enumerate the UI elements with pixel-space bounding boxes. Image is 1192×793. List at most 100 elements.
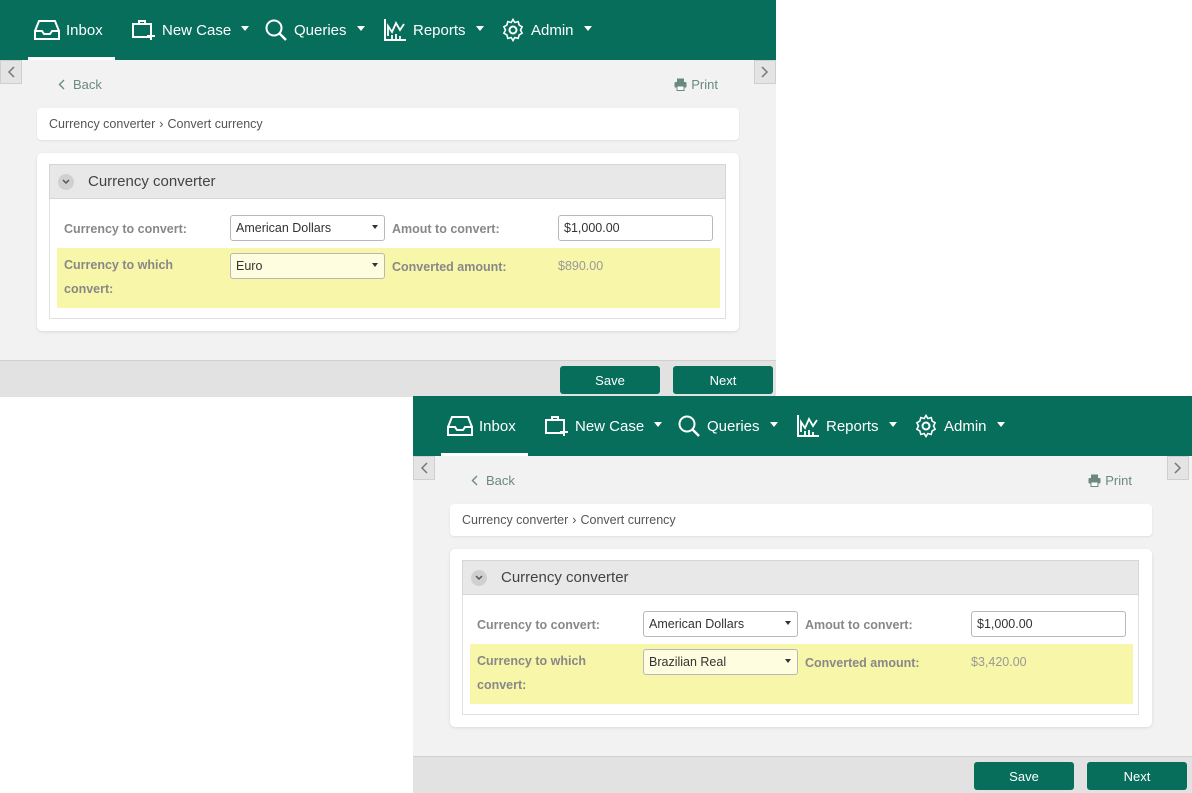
target-currency-label-line1: Currency to which	[64, 258, 174, 272]
nav-inbox-label: Inbox	[479, 417, 516, 435]
collapse-right-button[interactable]	[1167, 456, 1189, 480]
breadcrumb: Currency converter › Convert currency	[450, 504, 1152, 536]
back-link[interactable]: Back	[58, 76, 102, 92]
chevron-left-icon	[7, 66, 15, 78]
currency-to-convert-select[interactable]: American Dollars	[230, 215, 385, 241]
back-link[interactable]: Back	[471, 472, 515, 488]
chevron-down-icon	[583, 26, 592, 31]
nav-queries-label: Queries	[294, 21, 347, 39]
nav-reports-label: Reports	[413, 21, 466, 39]
print-link[interactable]: Print	[1088, 472, 1132, 488]
converted-amount-label: Converted amount:	[392, 260, 507, 274]
currency-to-convert-select[interactable]: American Dollars	[643, 611, 798, 637]
new-case-icon	[132, 20, 155, 40]
breadcrumb-item[interactable]: Currency converter	[49, 117, 155, 131]
chevron-down-icon	[475, 26, 484, 31]
next-button[interactable]: Next	[673, 366, 773, 394]
nav-queries[interactable]: Queries	[677, 396, 778, 456]
caret-down-icon	[785, 621, 791, 625]
form-panel: Currency converter Currency to convert: …	[450, 549, 1152, 727]
amount-to-convert-input[interactable]	[971, 611, 1126, 637]
nav-new-case-label: New Case	[162, 21, 232, 39]
back-label: Back	[486, 472, 515, 488]
footer-action-bar: Save Next	[0, 360, 776, 397]
nav-reports[interactable]: Reports	[796, 396, 897, 456]
nav-new-case[interactable]: New Case	[545, 396, 663, 456]
converted-amount-value: $890.00	[558, 259, 604, 273]
chart-icon	[384, 19, 406, 41]
breadcrumb-item-current: Convert currency	[580, 513, 676, 527]
nav-admin[interactable]: Admin	[501, 0, 592, 60]
print-label: Print	[1105, 472, 1132, 488]
printer-icon	[1088, 474, 1101, 487]
chart-icon	[797, 415, 819, 437]
nav-queries-label: Queries	[707, 417, 760, 435]
section-body: Currency to convert: American Dollars Am…	[462, 595, 1139, 715]
section-title: Currency converter	[88, 173, 216, 190]
collapse-left-button[interactable]	[413, 456, 435, 480]
chevron-down-icon	[996, 422, 1005, 427]
target-currency-value: Brazilian Real	[649, 655, 727, 669]
breadcrumb-item-current: Convert currency	[167, 117, 263, 131]
breadcrumb-item[interactable]: Currency converter	[462, 513, 568, 527]
nav-inbox[interactable]: Inbox	[441, 396, 528, 456]
target-currency-label-line1: Currency to which	[477, 654, 587, 668]
save-button[interactable]: Save	[560, 366, 660, 394]
screenshot-2: Inbox New Case Queries Reports Admin Bac…	[413, 396, 1192, 793]
collapse-left-button[interactable]	[0, 60, 22, 84]
gear-icon	[502, 18, 524, 42]
collapse-right-button[interactable]	[754, 60, 776, 84]
breadcrumb-separator: ›	[572, 513, 577, 527]
amount-to-convert-input[interactable]	[558, 215, 713, 241]
target-currency-value: Euro	[236, 259, 263, 273]
chevron-down-icon	[241, 26, 250, 31]
save-button[interactable]: Save	[974, 762, 1074, 790]
chevron-right-icon	[761, 66, 769, 78]
back-label: Back	[73, 76, 102, 92]
chevron-right-icon	[1174, 462, 1182, 474]
chevron-down-icon	[654, 422, 663, 427]
target-currency-label: Currency to which convert:	[477, 649, 586, 697]
nav-reports-label: Reports	[826, 417, 879, 435]
nav-admin[interactable]: Admin	[914, 396, 1005, 456]
top-navbar: Inbox New Case Queries Reports Admin	[0, 0, 776, 60]
breadcrumb: Currency converter › Convert currency	[37, 108, 739, 140]
inbox-icon	[34, 20, 60, 40]
caret-down-icon	[372, 225, 378, 229]
converted-amount-value: $3,420.00	[971, 655, 1027, 669]
nav-reports[interactable]: Reports	[383, 0, 484, 60]
next-button[interactable]: Next	[1087, 762, 1187, 790]
new-case-icon	[545, 416, 568, 436]
chevron-down-icon	[356, 26, 365, 31]
nav-queries[interactable]: Queries	[264, 0, 365, 60]
nav-admin-label: Admin	[944, 417, 987, 435]
print-link[interactable]: Print	[674, 76, 718, 92]
converted-amount-label: Converted amount:	[805, 656, 920, 670]
section-header[interactable]: Currency converter	[49, 164, 726, 199]
section-title: Currency converter	[501, 569, 629, 586]
inbox-icon	[447, 416, 473, 436]
gear-icon	[915, 414, 937, 438]
target-currency-select[interactable]: Euro	[230, 253, 385, 279]
nav-new-case[interactable]: New Case	[132, 0, 250, 60]
nav-inbox[interactable]: Inbox	[28, 0, 115, 60]
chevron-left-icon	[471, 475, 478, 485]
chevron-down-icon	[888, 422, 897, 427]
currency-to-convert-label: Currency to convert:	[64, 222, 187, 236]
amount-to-convert-label: Amout to convert:	[805, 618, 913, 632]
section-header[interactable]: Currency converter	[462, 560, 1139, 595]
printer-icon	[674, 78, 687, 91]
caret-down-icon	[785, 659, 791, 663]
caret-down-icon	[372, 263, 378, 267]
chevron-down-icon[interactable]	[58, 173, 74, 190]
target-currency-select[interactable]: Brazilian Real	[643, 649, 798, 675]
nav-inbox-label: Inbox	[66, 21, 103, 39]
target-currency-label-line2: convert:	[477, 678, 527, 692]
target-currency-label: Currency to which convert:	[64, 253, 173, 301]
nav-new-case-label: New Case	[575, 417, 645, 435]
target-currency-label-line2: convert:	[64, 282, 114, 296]
chevron-left-icon	[420, 462, 428, 474]
search-icon	[265, 19, 287, 41]
chevron-down-icon[interactable]	[471, 569, 487, 586]
print-label: Print	[691, 76, 718, 92]
